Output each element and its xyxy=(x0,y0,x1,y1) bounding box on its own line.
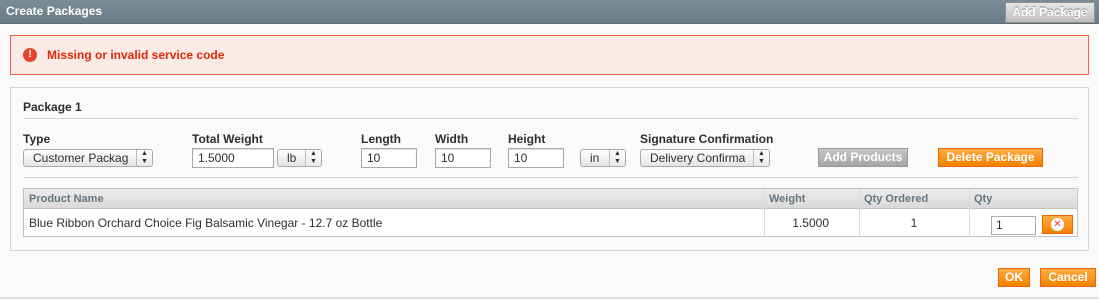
dimension-unit-select[interactable]: in ▲ ▼ xyxy=(580,149,626,167)
add-products-button[interactable]: Add Products xyxy=(818,148,908,167)
total-weight-label: Total Weight xyxy=(192,132,263,146)
close-icon: ✕ xyxy=(1051,218,1064,231)
package-title: Package 1 xyxy=(23,100,82,114)
height-label: Height xyxy=(508,132,546,146)
width-label: Width xyxy=(435,132,469,146)
ok-button[interactable]: OK xyxy=(998,268,1030,287)
dimension-unit-value: in xyxy=(590,151,600,165)
signature-label: Signature Confirmation xyxy=(640,132,774,146)
weight-cell: 1.5000 xyxy=(792,216,829,230)
type-label: Type xyxy=(23,132,51,146)
length-label: Length xyxy=(361,132,401,146)
qty-input[interactable]: 1 xyxy=(991,216,1036,235)
signature-select-value: Delivery Confirma xyxy=(650,151,746,165)
signature-select[interactable]: Delivery Confirma ▲ ▼ xyxy=(640,149,770,167)
total-weight-input[interactable]: 1.5000 xyxy=(192,148,274,168)
qty-ordered-cell: 1 xyxy=(910,216,918,230)
dialog-header: Create Packages Add Package xyxy=(0,0,1099,24)
dialog-title: Create Packages xyxy=(6,4,103,18)
error-icon: ! xyxy=(23,48,37,62)
type-select-value: Customer Packag xyxy=(33,151,129,165)
package-panel: Package 1 Type Customer Packag ▲ ▼ Total … xyxy=(10,87,1089,251)
length-input[interactable]: 10 xyxy=(361,148,417,168)
divider xyxy=(23,118,1078,119)
add-package-button[interactable]: Add Package xyxy=(1005,2,1095,23)
delete-package-button[interactable]: Delete Package xyxy=(938,148,1043,167)
column-header-product-name: Product Name xyxy=(29,193,104,205)
select-arrows-icon: ▲ ▼ xyxy=(609,150,625,166)
cancel-button[interactable]: Cancel xyxy=(1040,268,1096,287)
products-table: Product Name Weight Qty Ordered Qty Blue… xyxy=(23,188,1078,237)
weight-unit-select[interactable]: lb ▲ ▼ xyxy=(277,149,322,167)
type-select[interactable]: Customer Packag ▲ ▼ xyxy=(23,149,153,167)
height-input[interactable]: 10 xyxy=(508,148,564,168)
column-divider xyxy=(969,189,970,237)
product-name-cell: Blue Ribbon Orchard Choice Fig Balsamic … xyxy=(29,216,383,230)
remove-product-button[interactable]: ✕ xyxy=(1042,215,1073,234)
column-header-qty-ordered: Qty Ordered xyxy=(864,193,929,205)
width-input[interactable]: 10 xyxy=(435,148,491,168)
weight-unit-value: lb xyxy=(287,151,297,165)
table-header: Product Name Weight Qty Ordered Qty xyxy=(24,189,1077,209)
select-arrows-icon: ▲ ▼ xyxy=(305,150,321,166)
divider xyxy=(23,177,1078,178)
error-message: Missing or invalid service code xyxy=(47,48,225,62)
error-message-box: ! Missing or invalid service code xyxy=(10,35,1089,75)
select-arrows-icon: ▲ ▼ xyxy=(753,150,769,166)
column-header-qty: Qty xyxy=(974,193,993,205)
select-arrows-icon: ▲ ▼ xyxy=(136,150,152,166)
column-header-weight: Weight xyxy=(769,193,806,205)
